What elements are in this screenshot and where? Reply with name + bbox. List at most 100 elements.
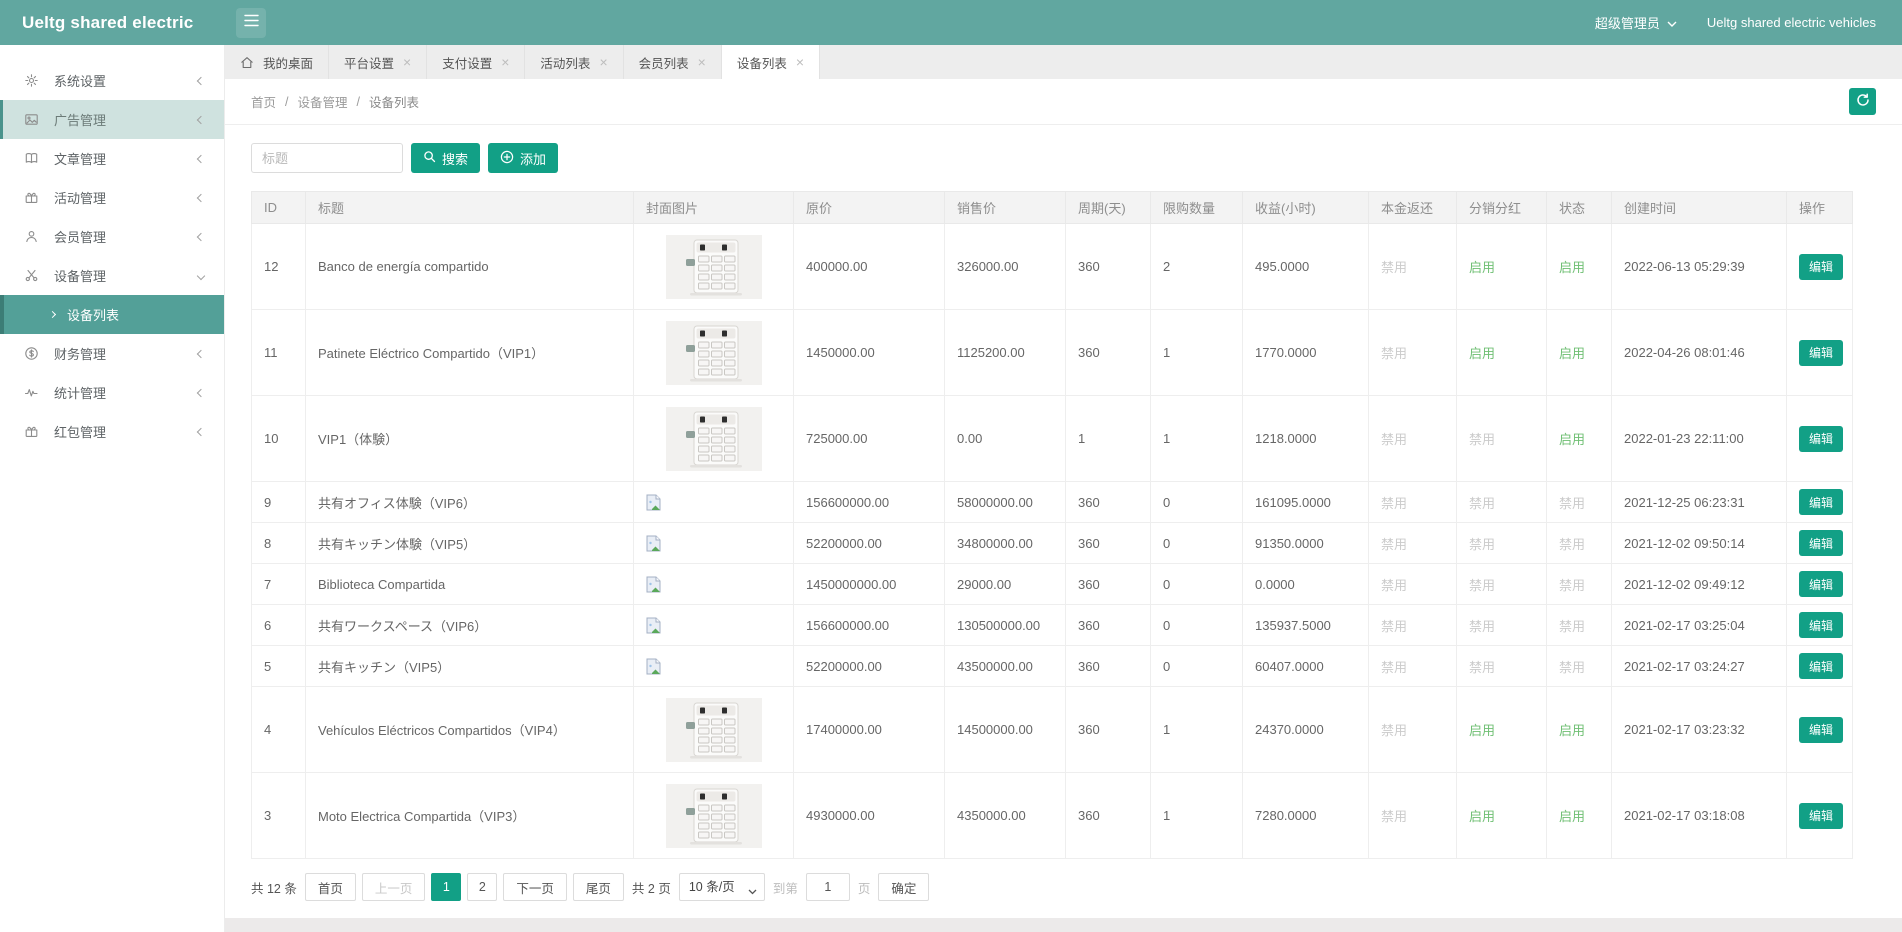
cell-status: 禁用 xyxy=(1547,605,1612,646)
chevron-left-icon xyxy=(197,349,205,357)
column-header: 操作 xyxy=(1787,192,1853,224)
cell-original-price: 725000.00 xyxy=(794,396,945,482)
search-button[interactable]: 搜索 xyxy=(411,143,480,173)
dollar-icon xyxy=(24,346,40,362)
arrow-right-icon xyxy=(49,311,56,318)
cell-id: 7 xyxy=(252,564,306,605)
cell-actions: 编辑 xyxy=(1787,310,1853,396)
tab-activity-list[interactable]: 活动列表× xyxy=(525,45,623,79)
tab-member-list[interactable]: 会员列表× xyxy=(624,45,722,79)
broken-image-icon xyxy=(646,494,781,511)
toolbar: 搜索 添加 xyxy=(225,125,1902,173)
edit-button[interactable]: 编辑 xyxy=(1799,254,1843,280)
close-icon[interactable]: × xyxy=(698,55,706,69)
tab-device-list[interactable]: 设备列表× xyxy=(722,45,820,79)
edit-button[interactable]: 编辑 xyxy=(1799,340,1843,366)
sidebar-item-member-management[interactable]: 会员管理 xyxy=(0,217,224,256)
hamburger-icon xyxy=(244,14,259,32)
close-icon[interactable]: × xyxy=(501,55,509,69)
prev-page-button[interactable]: 上一页 xyxy=(362,873,426,901)
cell-id: 12 xyxy=(252,224,306,310)
cell-status: 启用 xyxy=(1547,310,1612,396)
sidebar-item-system-settings[interactable]: 系统设置 xyxy=(0,61,224,100)
cell-sale-price: 130500000.00 xyxy=(945,605,1066,646)
tab-label: 平台设置 xyxy=(344,53,394,72)
next-page-button[interactable]: 下一页 xyxy=(503,873,567,901)
cell-sale-price: 0.00 xyxy=(945,396,1066,482)
page-number-button[interactable]: 1 xyxy=(431,873,461,901)
cell-purchase-limit: 2 xyxy=(1151,224,1243,310)
cell-distribution: 启用 xyxy=(1457,773,1547,859)
column-header: 标题 xyxy=(306,192,634,224)
page-size-select[interactable]: 10 条/页 xyxy=(679,873,765,901)
sidebar-subitem-device-list[interactable]: 设备列表 xyxy=(0,295,224,334)
table-row: 3Moto Electrica Compartida（VIP3）4930000.… xyxy=(252,773,1853,859)
sidebar-item-ad-management[interactable]: 广告管理 xyxy=(0,100,224,139)
last-page-button[interactable]: 尾页 xyxy=(573,873,624,901)
chevron-down-icon xyxy=(197,271,205,279)
add-button[interactable]: 添加 xyxy=(488,143,558,173)
page-size-control: 10 条/页 xyxy=(679,873,765,901)
cell-status: 启用 xyxy=(1547,396,1612,482)
breadcrumb-item[interactable]: 首页 xyxy=(251,92,276,111)
goto-page-input[interactable] xyxy=(806,873,850,901)
table-header-row: ID标题封面图片原价销售价周期(天)限购数量收益(小时)本金返还分销分红状态创建… xyxy=(252,192,1853,224)
breadcrumb-row: 首页 / 设备管理 / 设备列表 xyxy=(225,79,1902,125)
cell-income-hour: 495.0000 xyxy=(1243,224,1369,310)
refresh-button[interactable] xyxy=(1849,88,1876,115)
cell-original-price: 1450000.00 xyxy=(794,310,945,396)
sidebar-item-activity-management[interactable]: 活动管理 xyxy=(0,178,224,217)
tab-my-desktop[interactable]: 我的桌面 xyxy=(225,45,329,79)
gift-icon xyxy=(24,424,40,440)
close-icon[interactable]: × xyxy=(796,55,804,69)
sidebar-item-device-management[interactable]: 设备管理 xyxy=(0,256,224,295)
cell-principal-return: 禁用 xyxy=(1369,396,1457,482)
tab-label: 支付设置 xyxy=(442,53,492,72)
edit-button[interactable]: 编辑 xyxy=(1799,717,1843,743)
close-icon[interactable]: × xyxy=(403,55,411,69)
breadcrumb-separator: / xyxy=(285,95,288,109)
close-icon[interactable]: × xyxy=(599,55,607,69)
cell-distribution: 禁用 xyxy=(1457,523,1547,564)
cell-id: 6 xyxy=(252,605,306,646)
search-input[interactable] xyxy=(251,143,403,173)
cell-created-at: 2021-12-02 09:50:14 xyxy=(1612,523,1787,564)
plus-circle-icon xyxy=(500,150,514,167)
top-header: Ueltg shared electric 超级管理员 Ueltg shared… xyxy=(0,0,1902,45)
sidebar-subitem-label: 设备列表 xyxy=(67,305,119,324)
breadcrumb-separator: / xyxy=(357,95,360,109)
edit-button[interactable]: 编辑 xyxy=(1799,426,1843,452)
breadcrumb-item[interactable]: 设备列表 xyxy=(369,92,419,111)
edit-button[interactable]: 编辑 xyxy=(1799,571,1843,597)
breadcrumb-item[interactable]: 设备管理 xyxy=(298,92,348,111)
device-photo xyxy=(666,321,762,385)
edit-button[interactable]: 编辑 xyxy=(1799,653,1843,679)
sidebar-item-finance-management[interactable]: 财务管理 xyxy=(0,334,224,373)
cell-id: 4 xyxy=(252,687,306,773)
cell-period-days: 360 xyxy=(1066,482,1151,523)
cell-principal-return: 禁用 xyxy=(1369,482,1457,523)
edit-button[interactable]: 编辑 xyxy=(1799,803,1843,829)
edit-button[interactable]: 编辑 xyxy=(1799,489,1843,515)
sidebar-item-statistics-management[interactable]: 统计管理 xyxy=(0,373,224,412)
cell-status: 禁用 xyxy=(1547,564,1612,605)
tab-payment-settings[interactable]: 支付设置 × xyxy=(427,45,525,79)
user-menu[interactable]: 超级管理员 xyxy=(1595,13,1677,32)
first-page-button[interactable]: 首页 xyxy=(305,873,356,901)
confirm-button[interactable]: 确定 xyxy=(878,873,929,901)
device-table: ID标题封面图片原价销售价周期(天)限购数量收益(小时)本金返还分销分红状态创建… xyxy=(251,191,1853,859)
broken-image-icon xyxy=(646,576,781,593)
cell-cover-image xyxy=(634,564,794,605)
cell-original-price: 17400000.00 xyxy=(794,687,945,773)
cell-actions: 编辑 xyxy=(1787,564,1853,605)
edit-button[interactable]: 编辑 xyxy=(1799,530,1843,556)
cell-principal-return: 禁用 xyxy=(1369,687,1457,773)
page-number-button[interactable]: 2 xyxy=(467,873,497,901)
sidebar-item-article-management[interactable]: 文章管理 xyxy=(0,139,224,178)
cell-actions: 编辑 xyxy=(1787,482,1853,523)
edit-button[interactable]: 编辑 xyxy=(1799,612,1843,638)
cell-purchase-limit: 1 xyxy=(1151,396,1243,482)
menu-toggle-button[interactable] xyxy=(236,8,266,38)
sidebar-item-redpacket-management[interactable]: 红包管理 xyxy=(0,412,224,451)
tab-platform-settings[interactable]: 平台设置 × xyxy=(329,45,427,79)
